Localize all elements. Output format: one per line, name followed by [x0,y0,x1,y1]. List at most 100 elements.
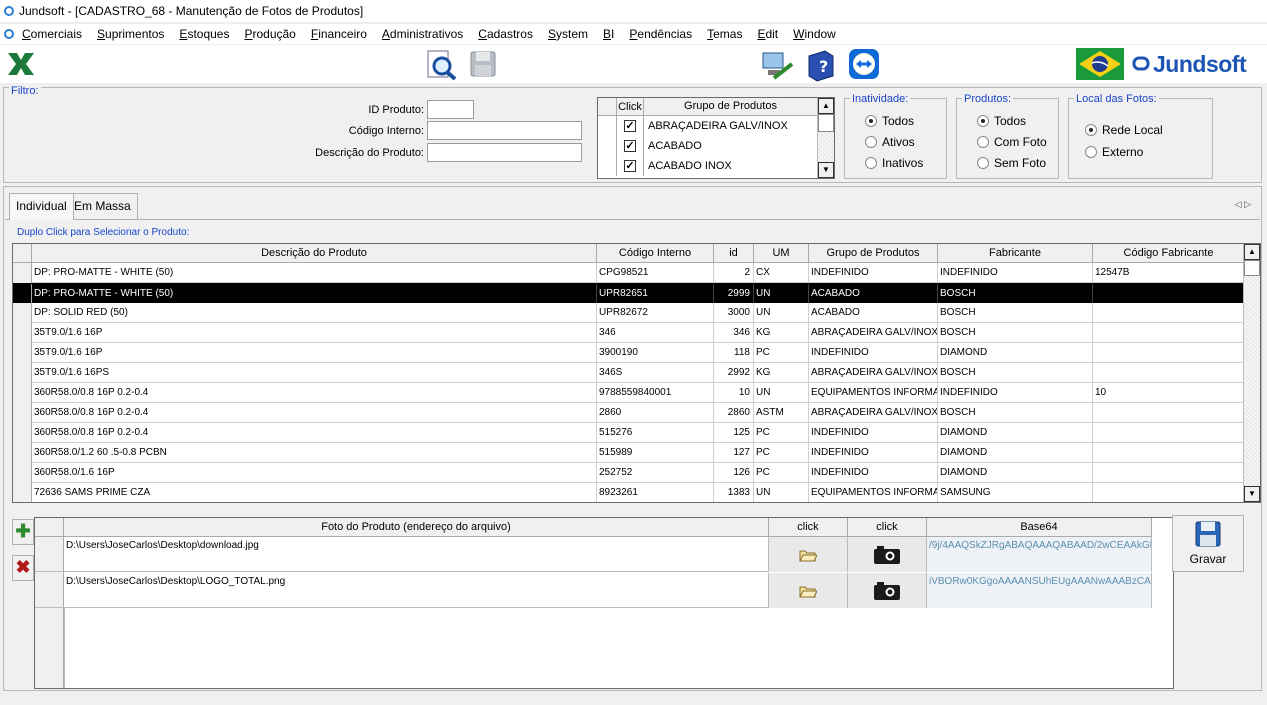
menu-system[interactable]: System [548,27,588,41]
inatividade-todos-radio[interactable]: Todos [865,114,914,128]
cell-codigo-fabricante[interactable] [1093,363,1245,383]
cell-um[interactable]: PC [754,423,809,443]
cell-id[interactable]: 118 [714,343,754,363]
gravar-button[interactable]: Gravar [1172,515,1244,572]
cell-codigo-fabricante[interactable] [1093,463,1245,483]
group-checkbox[interactable]: ✓ [624,140,636,152]
tab-individual[interactable]: Individual [9,193,74,220]
product-row[interactable]: DP: PRO-MATTE - WHITE (50) CPG98521 2 CX IND… [13,263,1245,283]
menu-pendencias[interactable]: Pendências [629,27,692,41]
cell-fabricante[interactable]: BOSCH [938,284,1093,304]
photo-row[interactable]: D:\Users\JoseCarlos\Desktop\LOGO_TOTAL.p… [35,573,1152,608]
menu-comerciais[interactable]: Comerciais [22,27,82,41]
product-row[interactable]: 360R58.0/0.8 16P 0.2-0.4 515276 125 PC INDEF… [13,423,1245,443]
cell-fabricante[interactable]: DIAMOND [938,463,1093,483]
produtos-com-foto-radio[interactable]: Com Foto [977,135,1047,149]
group-row[interactable]: ✓ ACABADO INOX [598,156,834,176]
product-row[interactable]: DP: SOLID RED (50) UPR82672 3000 UN ACABADO B… [13,303,1245,323]
cell-grupo[interactable]: INDEFINIDO [809,463,938,483]
cell-um[interactable]: UN [754,383,809,403]
id-produto-input[interactable] [427,100,474,119]
menu-estoques[interactable]: Estoques [179,27,229,41]
cell-codigo-fabricante[interactable] [1093,303,1245,323]
cell-codigo-interno[interactable]: 3900190 [597,343,714,363]
inatividade-ativos-radio[interactable]: Ativos [865,135,915,149]
col-codigo-interno[interactable]: Código Interno [597,244,714,263]
menu-financeiro[interactable]: Financeiro [311,27,367,41]
row-indicator[interactable] [13,483,32,502]
cell-descricao[interactable]: 360R58.0/1.6 16P [32,463,597,483]
menu-cadastros[interactable]: Cadastros [478,27,533,41]
cell-fabricante[interactable]: BOSCH [938,323,1093,343]
cell-codigo-interno[interactable]: UPR82651 [597,284,714,304]
col-um[interactable]: UM [754,244,809,263]
cell-fabricante[interactable]: DIAMOND [938,343,1093,363]
col-click-folder[interactable]: click [769,518,848,537]
help-button[interactable]: ? [803,48,835,82]
cell-id[interactable]: 2999 [714,284,754,304]
group-checkbox[interactable]: ✓ [624,160,636,172]
cell-codigo-interno[interactable]: 9788559840001 [597,383,714,403]
produtos-sem-foto-radio[interactable]: Sem Foto [977,156,1046,170]
cell-descricao[interactable]: 360R58.0/0.8 16P 0.2-0.4 [32,383,597,403]
cell-fabricante[interactable]: INDEFINIDO [938,263,1093,283]
tab-scroll-arrows-icon[interactable]: ◁ ▷ [1235,199,1251,210]
menu-producao[interactable]: Produção [244,27,295,41]
cell-id[interactable]: 2860 [714,403,754,423]
codigo-interno-input[interactable] [427,121,582,140]
cell-codigo-interno[interactable]: 515276 [597,423,714,443]
inatividade-inativos-radio[interactable]: Inativos [865,156,923,170]
scroll-up-icon[interactable]: ▲ [1244,244,1260,260]
cell-descricao[interactable]: DP: PRO-MATTE - WHITE (50) [32,263,597,283]
excel-export-button[interactable] [4,48,36,80]
cell-id[interactable]: 2 [714,263,754,283]
cell-codigo-fabricante[interactable] [1093,483,1245,502]
group-checkbox[interactable]: ✓ [624,120,636,132]
teamviewer-button[interactable] [848,48,880,80]
col-base64[interactable]: Base64 [927,518,1152,537]
cell-descricao[interactable]: 35T9.0/1.6 16P [32,343,597,363]
col-fabricante[interactable]: Fabricante [938,244,1093,263]
photo-path[interactable]: D:\Users\JoseCarlos\Desktop\download.jpg [64,537,769,572]
col-grupo[interactable]: Grupo de Produtos [809,244,938,263]
cell-codigo-interno[interactable]: 515989 [597,443,714,463]
cell-grupo[interactable]: INDEFINIDO [809,343,938,363]
products-grid[interactable]: Descrição do Produto Código Interno id U… [12,243,1261,503]
cell-id[interactable]: 125 [714,423,754,443]
cell-fabricante[interactable]: BOSCH [938,363,1093,383]
cell-grupo[interactable]: ACABADO [809,303,938,323]
camera-button[interactable] [848,537,927,572]
row-indicator[interactable] [13,263,32,283]
cell-id[interactable]: 127 [714,443,754,463]
open-folder-button[interactable] [769,573,848,608]
product-row[interactable]: 35T9.0/1.6 16P 3900190 118 PC INDEFINIDO DIAM… [13,343,1245,363]
row-indicator[interactable] [13,323,32,343]
cell-um[interactable]: PC [754,463,809,483]
tab-em-massa[interactable]: Em Massa [67,193,138,219]
cell-codigo-fabricante[interactable]: 10 [1093,383,1245,403]
cell-um[interactable]: CX [754,263,809,283]
menu-bi[interactable]: BI [603,27,614,41]
product-row[interactable]: 35T9.0/1.6 16P 346 346 KG ABRAÇADEIRA GALV/I… [13,323,1245,343]
cell-fabricante[interactable]: SAMSUNG [938,483,1093,502]
cell-fabricante[interactable]: INDEFINIDO [938,383,1093,403]
cell-um[interactable]: KG [754,323,809,343]
cell-codigo-interno[interactable]: 346 [597,323,714,343]
menu-suprimentos[interactable]: Suprimentos [97,27,164,41]
cell-grupo[interactable]: ABRAÇADEIRA GALV/INOX [809,323,938,343]
cell-codigo-fabricante[interactable]: 12547B [1093,263,1245,283]
product-row[interactable]: 360R58.0/1.6 16P 252752 126 PC INDEFINIDO DIA… [13,463,1245,483]
col-id[interactable]: id [714,244,754,263]
cell-codigo-fabricante[interactable] [1093,323,1245,343]
remove-photo-button[interactable]: ✖ [12,555,34,581]
photo-row[interactable]: D:\Users\JoseCarlos\Desktop\download.jpg… [35,537,1152,572]
cell-grupo[interactable]: INDEFINIDO [809,443,938,463]
cell-descricao[interactable]: DP: PRO-MATTE - WHITE (50) [32,284,597,304]
cell-id[interactable]: 1383 [714,483,754,502]
cell-id[interactable]: 126 [714,463,754,483]
cell-um[interactable]: UN [754,483,809,502]
cell-descricao[interactable]: DP: SOLID RED (50) [32,303,597,323]
cell-codigo-interno[interactable]: 346S [597,363,714,383]
cell-grupo[interactable]: ABRAÇADEIRA GALV/INOX [809,403,938,423]
row-indicator[interactable] [13,284,32,304]
